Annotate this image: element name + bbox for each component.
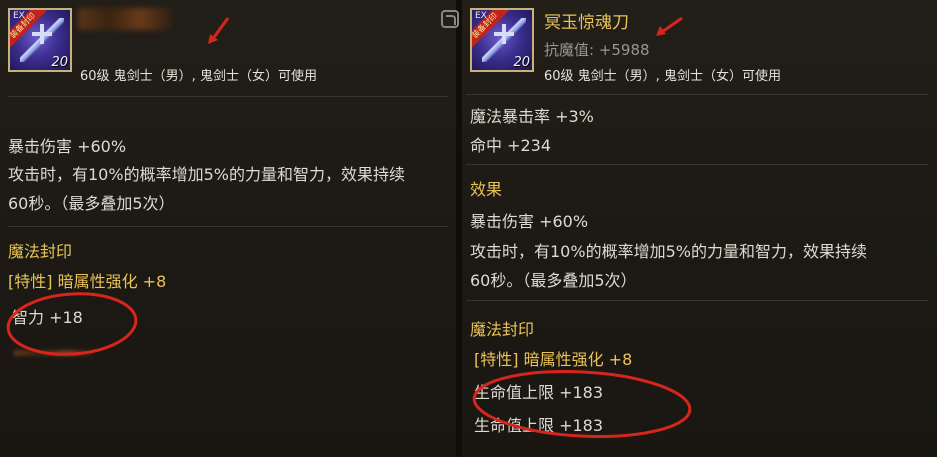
divider [466,300,928,301]
hit-stat: 命中 +234 [470,136,552,155]
proc-effect-line2: 60秒。（最多叠加5次） [470,271,637,290]
divider [466,94,928,95]
annotation-circle [472,370,692,438]
weapon-blade-icon[interactable]: 装备封印 EX 20 [8,8,72,72]
level-badge: 20 [51,55,68,70]
annotation-circle [6,292,138,356]
proc-effect-line1: 攻击时，有10%的概率增加5%的力量和智力，效果持续 [8,165,405,184]
magic-resist-stat: 抗魔值: +5988 [544,41,650,59]
blurred-item-name [78,8,172,30]
icon-tag: EX [13,11,25,21]
requirement-text: 60级 鬼剑士（男）, 鬼剑士（女）可使用 [544,69,781,84]
magic-crit-stat: 魔法暴击率 +3% [470,107,594,126]
item-name: 冥玉惊魂刀 [544,13,629,33]
proc-effect-line2: 60秒。（最多叠加5次） [8,194,175,213]
right-item-tooltip: 装备封印 EX 20 冥玉惊魂刀 抗魔值: +5988 60级 鬼剑士（男）, … [462,0,937,457]
crit-damage-stat: 暴击伤害 +60% [470,212,589,231]
proc-effect-line1: 攻击时，有10%的概率增加5%的力量和智力，效果持续 [470,242,867,261]
level-badge: 20 [513,55,530,70]
divider [8,226,448,227]
crit-damage-stat: 暴击伤害 +60% [8,137,127,156]
swap-compare-icon[interactable] [441,10,459,28]
weapon-blade-icon[interactable]: 装备封印 EX 20 [470,8,534,72]
seal-header: 魔法封印 [470,320,535,339]
annotation-arrow-icon [208,17,230,44]
annotation-arrow-icon [656,16,683,36]
effect-header: 效果 [470,180,503,199]
left-item-tooltip: 装备封印 EX 20 60级 鬼剑士（男）, 鬼剑士（女）可使用 暴击伤害 +6… [0,0,456,457]
divider [8,96,448,97]
requirement-text: 60级 鬼剑士（男）, 鬼剑士（女）可使用 [80,69,317,84]
icon-tag: EX [475,11,487,21]
seal-header: 魔法封印 [8,242,73,261]
divider [466,164,928,165]
